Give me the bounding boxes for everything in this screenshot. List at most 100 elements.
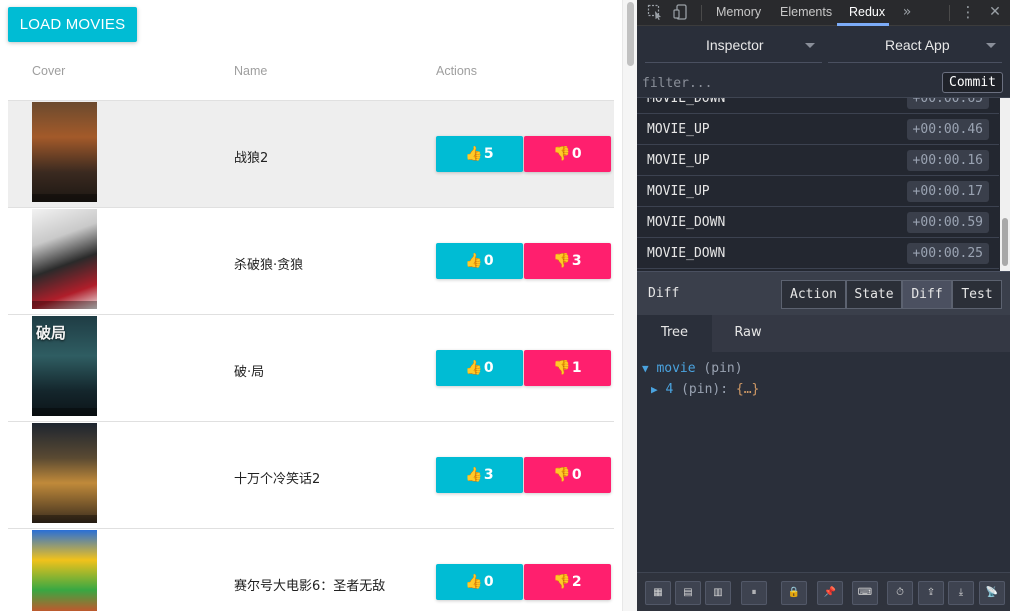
action-time: +00:00.46 xyxy=(906,119,989,140)
tab-state[interactable]: State xyxy=(846,280,902,309)
log-monitor-icon[interactable]: ▤ xyxy=(675,581,701,605)
tab-test[interactable]: Test xyxy=(952,280,1002,309)
triangle-down-icon[interactable]: ▼ xyxy=(642,362,649,375)
action-time: +00:00.65 xyxy=(906,98,989,109)
persist-pin-icon[interactable]: 📌 xyxy=(817,581,843,605)
thumb-down-icon: 👎 xyxy=(553,253,571,269)
thumb-down-button[interactable]: 👎2 xyxy=(524,564,611,600)
down-count: 3 xyxy=(571,253,582,269)
table-row: 战狼2 👍5 👎0 xyxy=(8,101,614,208)
instance-label: React App xyxy=(885,37,950,53)
tab-action[interactable]: Action xyxy=(781,280,846,309)
thumb-down-icon: 👎 xyxy=(553,574,571,590)
tab-elements[interactable]: Elements xyxy=(780,5,832,19)
thumb-down-button[interactable]: 👎0 xyxy=(524,136,611,172)
thumb-up-icon: 👍 xyxy=(465,146,483,162)
action-type: MOVIE_DOWN xyxy=(647,98,726,106)
thumb-down-icon: 👎 xyxy=(553,467,571,483)
table-row: 十万个冷笑话2 👍3 👎0 xyxy=(8,422,614,529)
tab-tree[interactable]: Tree xyxy=(637,315,712,352)
thumb-up-button[interactable]: 👍0 xyxy=(436,243,523,279)
up-count: 0 xyxy=(483,253,494,269)
thumb-down-button[interactable]: 👎1 xyxy=(524,350,611,386)
inspector-dropdown[interactable]: Inspector xyxy=(645,27,822,63)
table-row: 杀破狼·贪狼 👍0 👎3 xyxy=(8,208,614,315)
down-count: 0 xyxy=(571,146,582,162)
action-time: +00:00.17 xyxy=(906,181,989,202)
tree-pin: (pin): xyxy=(681,382,729,397)
column-name: Name xyxy=(234,64,268,78)
device-toolbar-icon[interactable] xyxy=(673,4,689,20)
down-count: 1 xyxy=(571,360,582,376)
filter-input[interactable] xyxy=(642,73,937,93)
monitor-bar: Diff Action State Diff Test xyxy=(637,271,1010,315)
column-actions: Actions xyxy=(436,64,477,78)
thumb-up-icon: 👍 xyxy=(465,574,483,590)
tree-value: {…} xyxy=(735,382,760,397)
action-type: MOVIE_UP xyxy=(647,153,710,168)
remote-icon[interactable]: 📡 xyxy=(979,581,1005,605)
thumb-up-button[interactable]: 👍0 xyxy=(436,564,523,600)
action-time: +00:00.59 xyxy=(906,212,989,233)
action-item[interactable]: MOVIE_UP +00:00.16 xyxy=(637,145,999,176)
more-tabs-icon[interactable]: » xyxy=(899,4,915,20)
devtools-panel: Memory Elements Redux » ⋮ ✕ Inspector Re… xyxy=(637,0,1010,611)
action-type: MOVIE_UP xyxy=(647,184,710,199)
tab-redux[interactable]: Redux xyxy=(849,5,885,19)
instance-dropdown[interactable]: React App xyxy=(828,27,1002,63)
app-pane: LOAD MOVIES Cover Name Actions 战狼2 👍5 👎0… xyxy=(0,0,622,611)
upload-icon[interactable]: ⇪ xyxy=(918,581,944,605)
movie-poster xyxy=(32,209,97,309)
commit-button[interactable]: Commit xyxy=(942,72,1003,93)
action-item[interactable]: MOVIE_DOWN +00:00.25 xyxy=(637,238,999,269)
thumb-up-button[interactable]: 👍5 xyxy=(436,136,523,172)
action-item[interactable]: MOVIE_UP +00:00.17 xyxy=(637,176,999,207)
pause-icon[interactable]: ⏸ xyxy=(741,581,767,605)
up-count: 5 xyxy=(483,146,494,162)
action-list[interactable]: MOVIE_DOWN +00:00.65 MOVIE_UP +00:00.46 … xyxy=(637,98,1010,271)
inspect-element-icon[interactable] xyxy=(647,4,663,20)
action-item[interactable]: MOVIE_DOWN +00:00.65 xyxy=(637,98,999,114)
table-row: 赛尔号大电影6：圣者无敌 👍0 👎2 xyxy=(8,529,614,611)
diff-tree: ▼ movie (pin) ▶ 4 (pin): {…} xyxy=(637,352,1010,572)
tree-node-child[interactable]: ▶ 4 (pin): {…} xyxy=(651,382,759,397)
down-count: 2 xyxy=(571,574,582,590)
download-icon[interactable]: ⤓ xyxy=(948,581,974,605)
tab-diff[interactable]: Diff xyxy=(902,280,952,309)
tree-node-root[interactable]: ▼ movie (pin) xyxy=(642,361,743,376)
thumb-up-button[interactable]: 👍3 xyxy=(436,457,523,493)
movie-name: 战狼2 xyxy=(234,151,269,166)
thumb-down-button[interactable]: 👎0 xyxy=(524,457,611,493)
timer-icon[interactable]: ⏱ xyxy=(887,581,913,605)
lock-icon[interactable]: 🔒 xyxy=(781,581,807,605)
keyboard-icon[interactable]: ⌨ xyxy=(852,581,878,605)
menu-icon[interactable]: ⋮ xyxy=(960,4,976,20)
view-tabs: Tree Raw xyxy=(637,315,1010,352)
movie-poster xyxy=(32,530,97,611)
chevron-down-icon xyxy=(986,43,996,48)
thumb-up-icon: 👍 xyxy=(465,360,483,376)
movie-name: 十万个冷笑话2 xyxy=(234,472,321,487)
thumb-down-button[interactable]: 👎3 xyxy=(524,243,611,279)
thumb-up-button[interactable]: 👍0 xyxy=(436,350,523,386)
filter-row: Commit xyxy=(637,67,1010,98)
movie-name: 破·局 xyxy=(234,365,265,380)
action-list-scrollbar[interactable] xyxy=(1000,98,1010,271)
load-movies-button[interactable]: LOAD MOVIES xyxy=(8,7,137,42)
monitor-title: Diff xyxy=(648,286,680,301)
chart-icon[interactable]: ▥ xyxy=(705,581,731,605)
page-scrollbar[interactable] xyxy=(622,0,637,611)
slider-icon[interactable]: ▦ xyxy=(645,581,671,605)
inspector-label: Inspector xyxy=(706,37,764,53)
action-list-scrollbar-thumb[interactable] xyxy=(1002,218,1008,266)
action-item[interactable]: MOVIE_DOWN +00:00.59 xyxy=(637,207,999,238)
tab-memory[interactable]: Memory xyxy=(716,5,761,19)
tab-raw[interactable]: Raw xyxy=(712,315,784,352)
movie-name: 赛尔号大电影6：圣者无敌 xyxy=(234,579,386,594)
action-type: MOVIE_UP xyxy=(647,122,710,137)
poster-title: 破局 xyxy=(36,324,67,342)
close-icon[interactable]: ✕ xyxy=(987,4,1003,20)
action-item[interactable]: MOVIE_UP +00:00.46 xyxy=(637,114,999,145)
page-scrollbar-thumb[interactable] xyxy=(627,2,634,66)
triangle-right-icon[interactable]: ▶ xyxy=(651,383,658,396)
